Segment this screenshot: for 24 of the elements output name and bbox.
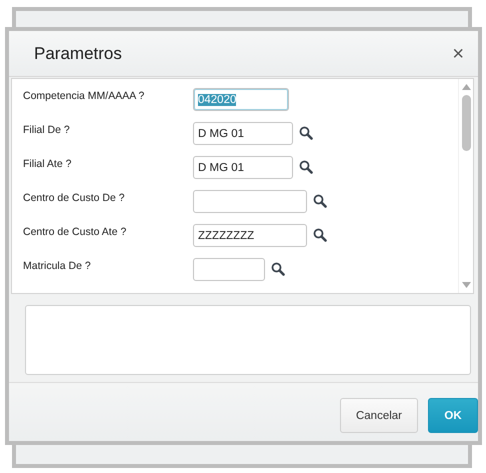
search-icon[interactable]: [313, 194, 327, 208]
input-field[interactable]: D MG 01: [193, 156, 293, 179]
dialog-title: Parametros: [34, 44, 122, 64]
input-field[interactable]: ZZZZZZZZ: [193, 224, 307, 247]
scroll-down-arrow-icon[interactable]: [462, 282, 470, 288]
input-field[interactable]: [193, 258, 265, 281]
scrollbar-thumb[interactable]: [462, 95, 470, 151]
scroll-up-arrow-icon[interactable]: [462, 84, 470, 90]
input-field[interactable]: D MG 01: [193, 122, 293, 145]
text-area[interactable]: [25, 305, 471, 375]
search-icon[interactable]: [299, 126, 313, 140]
cancel-button[interactable]: Cancelar: [340, 398, 418, 433]
search-icon[interactable]: [313, 228, 327, 242]
field-label: Filial Ate ?: [23, 157, 72, 170]
close-button[interactable]: ×: [452, 44, 464, 64]
field-label: Matricula De ?: [23, 259, 92, 272]
search-icon[interactable]: [271, 262, 285, 276]
field-label: Filial De ?: [23, 123, 71, 136]
field-label: Competencia MM/AAAA ?: [23, 89, 146, 102]
search-icon[interactable]: [299, 160, 313, 174]
field-label: Centro de Custo De ?: [23, 191, 126, 204]
scrollbar[interactable]: [458, 79, 473, 293]
field-label: Centro de Custo Ate ?: [23, 225, 128, 238]
input-field[interactable]: [193, 190, 307, 213]
